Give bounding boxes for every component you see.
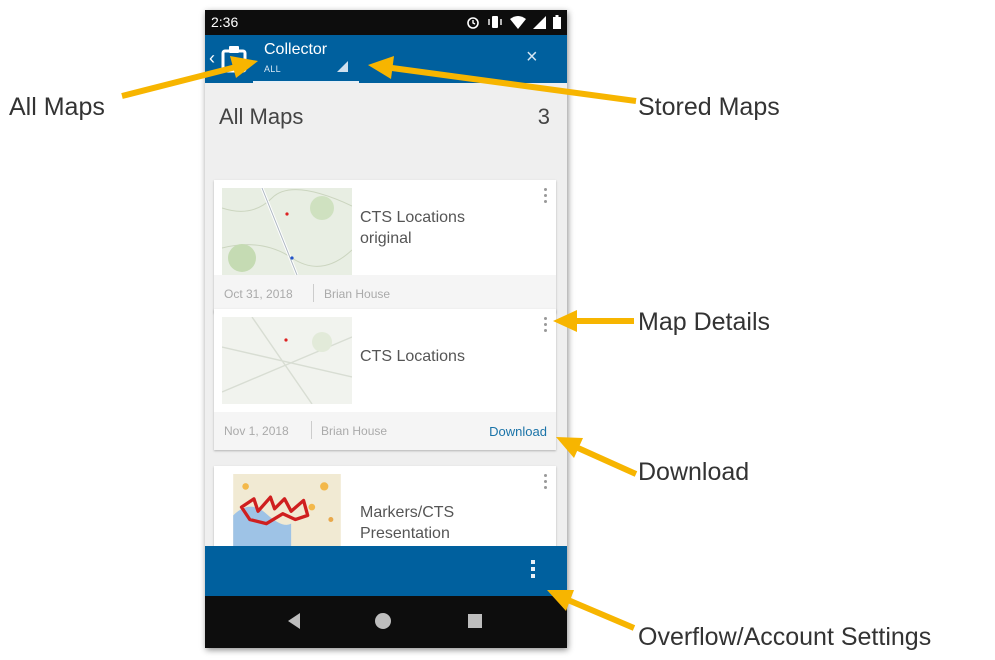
map-card[interactable]: CTS Locations original Oct 31, 2018 Bria… <box>214 180 556 313</box>
more-vertical-icon[interactable] <box>542 188 548 208</box>
signal-icon <box>533 15 546 29</box>
annotation-download: Download <box>638 458 750 486</box>
card-owner: Brian House <box>321 424 388 438</box>
card-footer: Nov 1, 2018 Brian House Download <box>214 412 556 450</box>
map-thumbnail[interactable] <box>222 188 352 275</box>
status-time: 2:36 <box>211 14 239 30</box>
nav-back-icon[interactable] <box>288 613 300 629</box>
map-card[interactable]: CTS Locations Nov 1, 2018 Brian House Do… <box>214 309 556 450</box>
back-chevron-icon[interactable]: ‹ <box>209 48 215 69</box>
card-title-line1: Markers/CTS <box>360 504 455 521</box>
filter-dropdown-icon[interactable] <box>337 61 348 72</box>
nav-home-icon[interactable] <box>375 613 391 629</box>
annotation-map-details: Map Details <box>638 308 770 336</box>
status-bar: 2:36 <box>205 10 567 35</box>
battery-icon <box>553 15 561 29</box>
card-title-line2: original <box>360 230 412 247</box>
tab-indicator <box>253 81 359 83</box>
card-date: Oct 31, 2018 <box>224 287 293 301</box>
collector-app-icon[interactable] <box>221 45 247 73</box>
alarm-icon <box>467 17 479 29</box>
phone-screen: 2:36 ‹ Collector ALL × All Maps 3 CTS Lo… <box>205 10 567 648</box>
vibrate-icon <box>488 16 502 28</box>
annotation-stored-maps: Stored Maps <box>638 93 780 121</box>
card-title-line2: Presentation <box>360 525 450 542</box>
map-thumbnail[interactable] <box>222 317 352 404</box>
list-heading: All Maps <box>219 104 304 129</box>
wifi-icon <box>510 15 526 29</box>
map-count: 3 <box>537 104 550 129</box>
annotation-all-maps: All Maps <box>9 93 105 121</box>
app-title[interactable]: Collector <box>264 41 327 59</box>
download-button[interactable]: Download <box>489 424 547 439</box>
more-vertical-icon[interactable] <box>542 317 548 337</box>
card-footer: Oct 31, 2018 Brian House <box>214 275 556 313</box>
android-nav-bar <box>205 596 567 648</box>
map-card[interactable]: Markers/CTS Presentation <box>214 466 556 546</box>
bottom-bar <box>205 546 567 596</box>
card-owner: Brian House <box>324 287 391 301</box>
annotation-overflow: Overflow/Account Settings <box>638 623 932 651</box>
card-date: Nov 1, 2018 <box>224 424 289 438</box>
close-icon[interactable]: × <box>526 46 538 69</box>
map-filter-label[interactable]: ALL <box>264 64 281 74</box>
card-title-line1: CTS Locations <box>360 348 465 365</box>
app-bar: ‹ Collector ALL × <box>205 35 567 83</box>
nav-recents-icon[interactable] <box>468 614 482 628</box>
arrow-overflow <box>566 597 636 631</box>
more-vertical-icon[interactable] <box>542 474 548 494</box>
arrow-download <box>576 445 638 477</box>
map-thumbnail[interactable] <box>222 474 352 546</box>
card-title-line1: CTS Locations <box>360 209 465 226</box>
overflow-menu-icon[interactable] <box>530 560 536 582</box>
